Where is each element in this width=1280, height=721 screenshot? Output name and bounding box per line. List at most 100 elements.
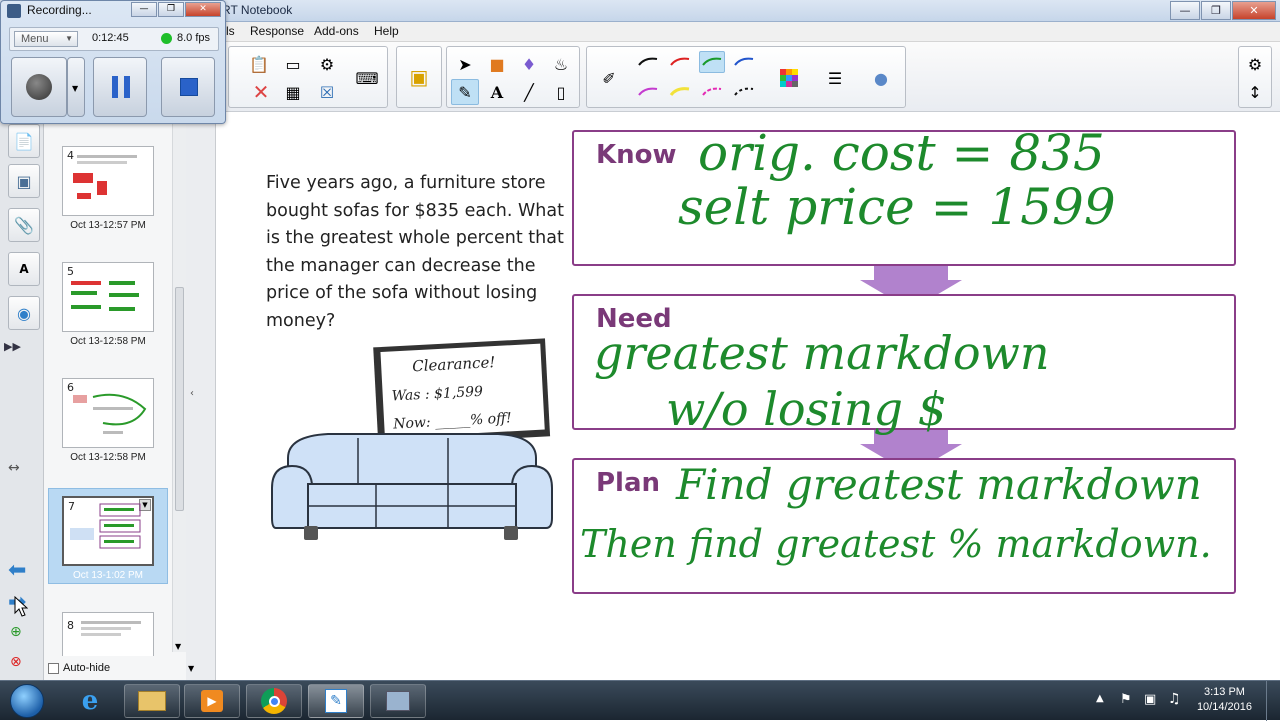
recorder-minimize-button[interactable]: — [131, 2, 157, 17]
recorder-maximize-button[interactable]: ❐ [158, 2, 184, 17]
pen-style-red[interactable] [667, 51, 693, 73]
page-sorter-icon[interactable]: 📄 [8, 124, 40, 158]
recorder-close-button[interactable]: ✕ [185, 2, 221, 17]
attachments-icon[interactable]: 📎 [8, 208, 40, 242]
close-button[interactable]: ✕ [1232, 1, 1276, 20]
notebook-canvas[interactable]: Five years ago, a furniture store bought… [216, 112, 1280, 680]
record-icon [26, 74, 52, 100]
screen-shade-icon[interactable]: ▭ [279, 51, 307, 77]
pen-style-pink-dashed[interactable] [699, 81, 725, 103]
action-center-icon[interactable]: ⚑ [1120, 692, 1132, 707]
page-thumbnail[interactable]: 4 [62, 146, 154, 216]
recorder-title: Recording... [27, 3, 92, 17]
toolbar-group-pen-styles: ✐ ☰ ● [586, 46, 906, 108]
eraser-icon[interactable]: ♦ [515, 51, 543, 77]
show-hidden-icons-icon[interactable]: ▲ [1096, 693, 1104, 704]
minimize-button[interactable]: — [1170, 1, 1200, 20]
expand-tabs-icon[interactable]: ▶▶ [4, 340, 21, 353]
scrollbar-thumb[interactable] [175, 287, 184, 511]
taskbar-internet-explorer[interactable]: e [62, 684, 118, 718]
need-box: Need greatest markdown w/o losing $ [572, 294, 1236, 436]
close-box-icon[interactable]: ☒ [313, 79, 341, 105]
scroll-down-icon[interactable]: ▼ [188, 664, 194, 673]
autohide-option[interactable]: Auto-hide [48, 662, 110, 674]
collapse-sidebar-icon[interactable]: ‹ [190, 388, 194, 399]
pause-button[interactable] [93, 57, 147, 117]
clock-time: 3:13 PM [1203, 686, 1245, 698]
transparency-icon[interactable]: ● [867, 65, 895, 91]
mouse-cursor-icon [14, 596, 28, 617]
addon-icon[interactable]: ▣ [405, 64, 433, 90]
taskbar-recorder[interactable] [370, 684, 426, 718]
page-thumbnail-selected[interactable]: 7 ▼ [62, 496, 154, 566]
color-palette-icon[interactable] [775, 65, 803, 91]
line-icon[interactable]: ╱ [515, 79, 543, 105]
stop-button[interactable] [161, 57, 215, 117]
text-icon[interactable]: A [483, 79, 511, 105]
recorder-menu-dropdown[interactable]: Menu ▼ [14, 31, 78, 47]
delete-icon[interactable]: ✕ [247, 79, 275, 105]
taskbar-media-player[interactable]: ▶ [184, 684, 240, 718]
notebook-icon: ✎ [325, 689, 347, 713]
network-icon[interactable]: ▣ [1144, 692, 1156, 707]
pen-icon[interactable]: ✐ [595, 65, 623, 91]
recorder-app-icon [7, 4, 21, 18]
page-sorter-scrollbar[interactable]: ▼ [172, 112, 186, 652]
record-button[interactable] [11, 57, 67, 117]
eraser-tool-icon[interactable]: ▯ [547, 79, 575, 105]
pen-style-black[interactable] [635, 51, 661, 73]
autohide-checkbox[interactable] [48, 662, 59, 674]
page-thumbnail[interactable]: 8 [62, 612, 154, 656]
pen-style-yellow[interactable] [667, 81, 693, 103]
line-style-icon[interactable]: ☰ [821, 65, 849, 91]
menu-tools[interactable]: ls [226, 24, 235, 38]
move-toolbar-icon[interactable]: ↕ [1241, 79, 1269, 105]
maximize-button[interactable]: ❐ [1201, 1, 1231, 20]
menu-response[interactable]: Response [250, 24, 304, 38]
spell-check-icon[interactable]: ⚙ [313, 51, 341, 77]
fill-icon[interactable]: ♨ [547, 51, 575, 77]
scroll-down-icon[interactable]: ▼ [175, 642, 181, 651]
taskbar-file-explorer[interactable] [124, 684, 180, 718]
pen-style-black-dashed[interactable] [731, 81, 757, 103]
volume-icon[interactable]: ♫ [1168, 691, 1181, 707]
addons-puzzle-icon[interactable]: ◉ [8, 296, 40, 330]
window-controls: — ❐ ✕ [1169, 1, 1276, 20]
resize-sidebar-icon[interactable]: ↔ [8, 460, 20, 476]
page-thumbnail[interactable]: 6 [62, 378, 154, 448]
start-button[interactable] [2, 683, 52, 719]
gear-icon[interactable]: ⚙ [1241, 51, 1269, 77]
internet-explorer-icon: e [81, 686, 99, 716]
sofa-illustration: Clearance! Was : $1,599 Now: _____% off! [271, 338, 553, 540]
recorder-fps: 8.0 fps [177, 32, 211, 44]
recorder-icon [386, 691, 410, 711]
pens-icon[interactable]: ✎ [451, 79, 479, 105]
add-page-icon[interactable]: ⊕ [10, 624, 22, 640]
sidebar-splitter[interactable]: ‹ ▼ [186, 112, 216, 680]
gallery-icon[interactable]: ▣ [8, 164, 40, 198]
page-thumbnail[interactable]: 5 [62, 262, 154, 332]
taskbar-chrome[interactable] [246, 684, 302, 718]
shapes-icon[interactable]: ■ [483, 51, 511, 77]
menu-add-ons[interactable]: Add-ons [314, 24, 359, 38]
table-icon[interactable]: ▦ [279, 79, 307, 105]
properties-icon[interactable]: A [8, 252, 40, 286]
delete-page-icon[interactable]: ⊗ [10, 654, 22, 670]
show-desktop-button[interactable] [1266, 681, 1280, 721]
paste-icon[interactable]: 📋 [245, 51, 273, 77]
pen-style-magenta[interactable] [635, 81, 661, 103]
document-camera-icon[interactable]: ⌨ [353, 65, 381, 91]
pen-style-blue[interactable] [731, 51, 757, 73]
chevron-down-icon: ▼ [65, 34, 73, 43]
media-player-icon: ▶ [201, 690, 223, 712]
taskbar-smart-notebook[interactable]: ✎ [308, 684, 364, 718]
clock[interactable]: 3:13 PM 10/14/2016 [1197, 685, 1252, 715]
menu-help[interactable]: Help [374, 24, 399, 38]
previous-page-icon[interactable]: ⬅ [8, 558, 26, 583]
know-handwriting-line-1: orig. cost = 835 [698, 124, 1105, 182]
autohide-label: Auto-hide [63, 662, 111, 674]
pen-style-green[interactable] [699, 51, 725, 73]
system-tray: ▲ ⚑ ▣ ♫ 3:13 PM 10/14/2016 [1080, 681, 1280, 721]
record-options-button[interactable]: ▼ [67, 57, 85, 117]
select-pointer-icon[interactable]: ➤ [451, 51, 479, 77]
